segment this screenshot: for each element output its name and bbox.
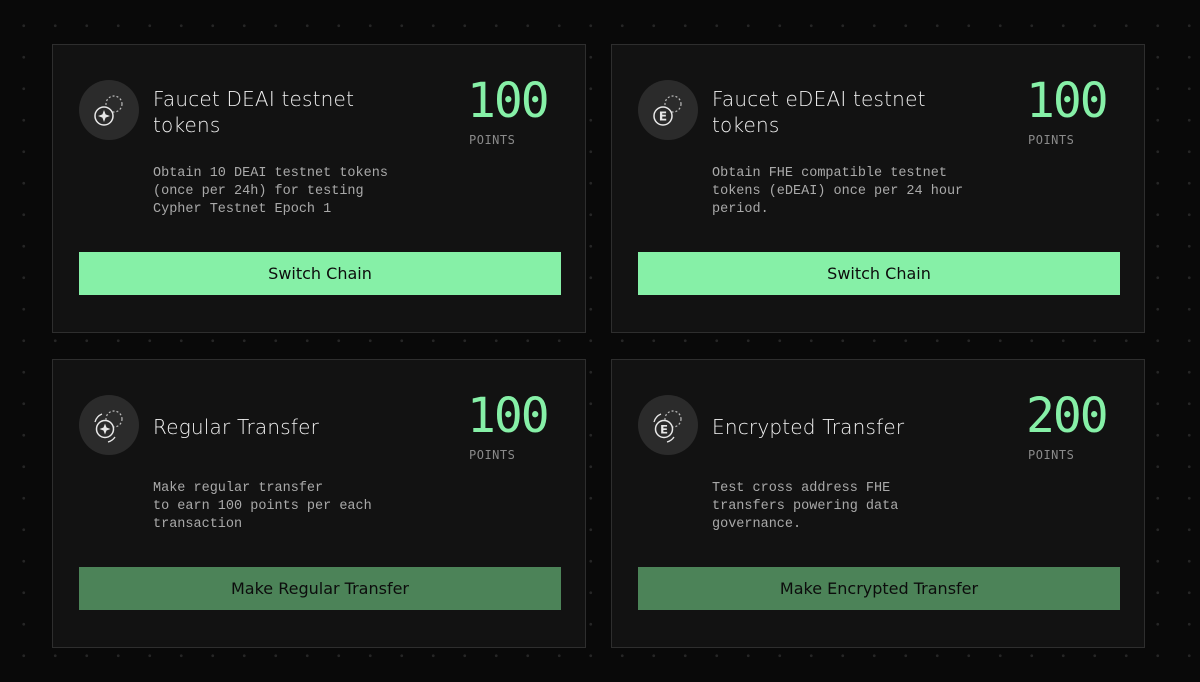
card-description: Make regular transfer to earn 100 points… bbox=[153, 481, 372, 532]
regular-transfer-icon bbox=[79, 395, 139, 455]
switch-chain-button[interactable]: Switch Chain bbox=[79, 252, 561, 295]
task-card-encrypted-transfer: E Encrypted Transfer 200 POINTS Test cro… bbox=[611, 359, 1145, 648]
make-encrypted-transfer-button[interactable]: Make Encrypted Transfer bbox=[638, 567, 1120, 610]
switch-chain-button[interactable]: Switch Chain bbox=[638, 252, 1120, 295]
points-label: POINTS bbox=[469, 133, 516, 147]
points-label: POINTS bbox=[1028, 448, 1075, 462]
points-label: POINTS bbox=[469, 448, 516, 462]
task-card-faucet-deai: Faucet DEAI testnet tokens 100 POINTS Ob… bbox=[52, 44, 586, 333]
svg-text:E: E bbox=[660, 423, 668, 437]
encrypted-transfer-icon: E bbox=[638, 395, 698, 455]
points-value: 100 bbox=[467, 388, 550, 444]
svg-text:E: E bbox=[659, 110, 667, 124]
card-title: Encrypted Transfer bbox=[712, 415, 905, 439]
card-description: Obtain 10 DEAI testnet tokens (once per … bbox=[153, 166, 388, 217]
card-title: Regular Transfer bbox=[153, 415, 319, 439]
deai-token-icon bbox=[79, 80, 139, 140]
edeai-token-icon: E bbox=[638, 80, 698, 140]
card-title: Faucet eDEAI testnet tokens bbox=[712, 87, 926, 137]
points-value: 200 bbox=[1026, 388, 1109, 444]
card-description: Test cross address FHE transfers powerin… bbox=[712, 481, 899, 532]
task-card-faucet-edeai: E Faucet eDEAI testnet tokens 100 POINTS… bbox=[611, 44, 1145, 333]
points-value: 100 bbox=[467, 73, 550, 129]
task-card-regular-transfer: Regular Transfer 100 POINTS Make regular… bbox=[52, 359, 586, 648]
points-value: 100 bbox=[1026, 73, 1109, 129]
points-label: POINTS bbox=[1028, 133, 1075, 147]
card-description: Obtain FHE compatible testnet tokens (eD… bbox=[712, 166, 964, 217]
make-regular-transfer-button[interactable]: Make Regular Transfer bbox=[79, 567, 561, 610]
card-title: Faucet DEAI testnet tokens bbox=[153, 87, 355, 137]
